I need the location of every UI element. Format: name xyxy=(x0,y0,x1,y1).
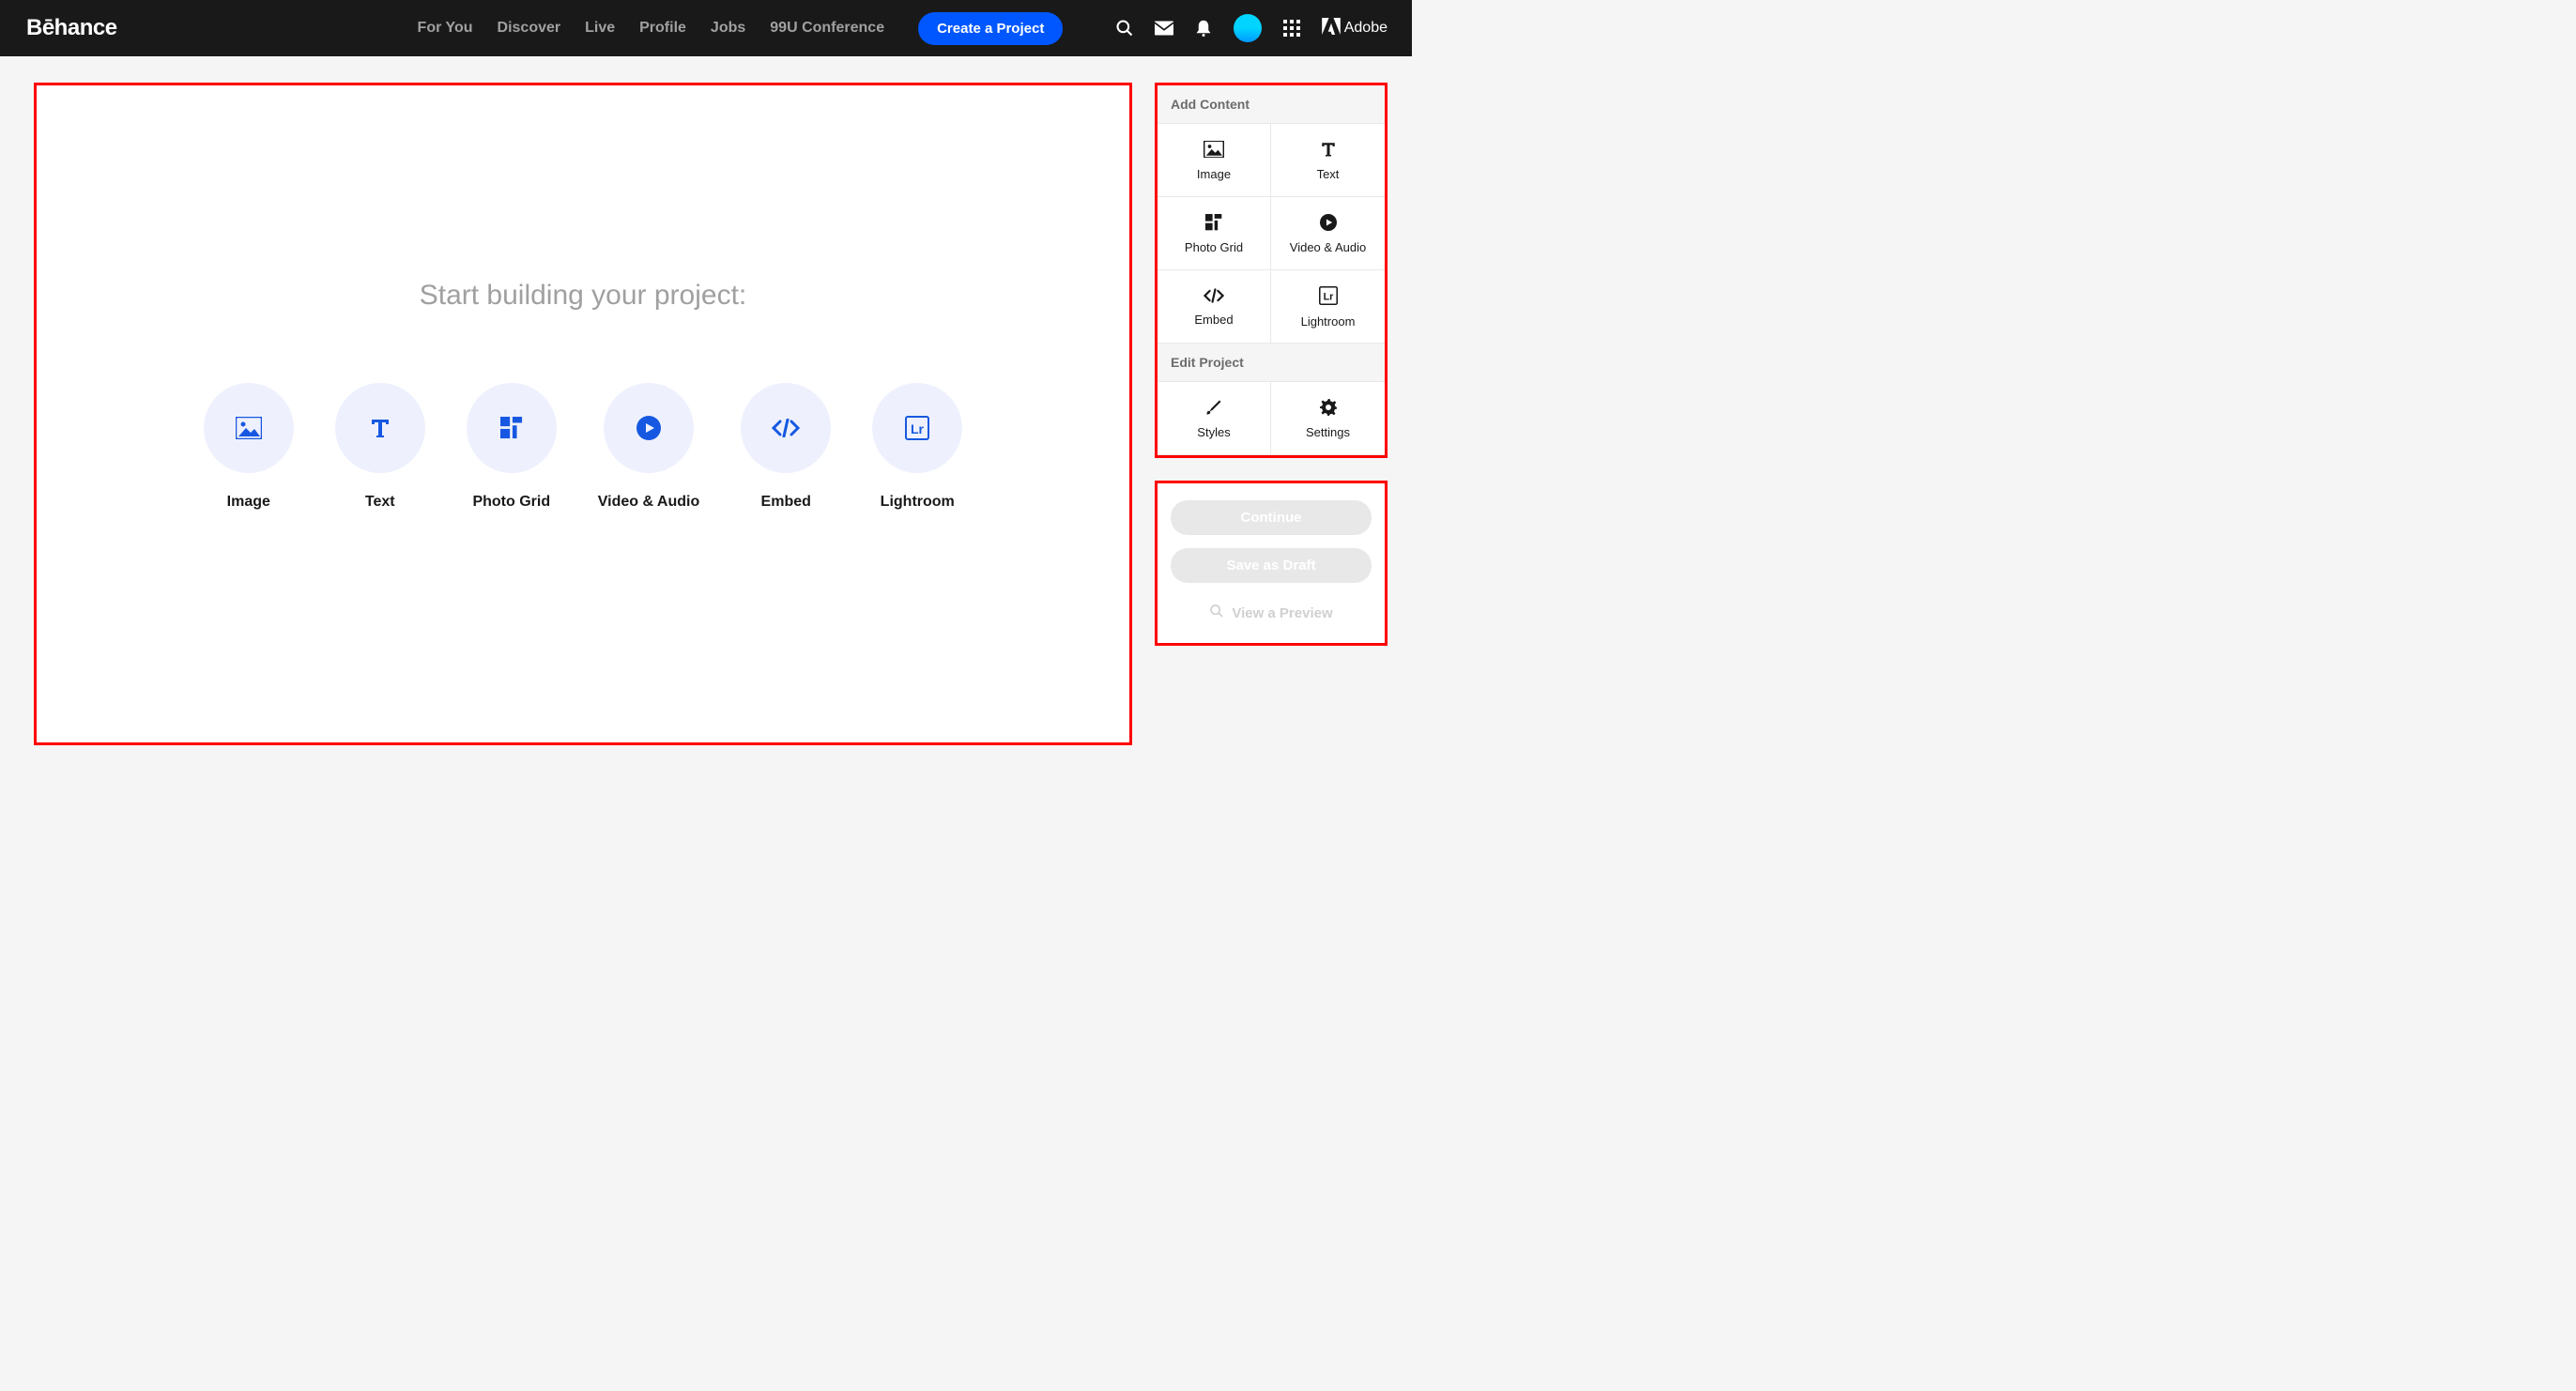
preview-label: View a Preview xyxy=(1232,605,1332,621)
primary-nav: For You Discover Live Profile Jobs 99U C… xyxy=(418,12,1064,45)
canvas-option-photo-grid[interactable]: Photo Grid xyxy=(467,383,557,511)
sidebar-column: Add Content Image Text xyxy=(1155,83,1388,745)
code-icon xyxy=(1204,288,1224,303)
option-label: Embed xyxy=(761,494,811,511)
text-icon xyxy=(1320,141,1337,158)
option-label: Text xyxy=(365,494,395,511)
panel-add-image[interactable]: Image xyxy=(1158,124,1271,197)
canvas-option-lightroom[interactable]: Lr Lightroom xyxy=(872,383,962,511)
canvas-option-embed[interactable]: Embed xyxy=(741,383,831,511)
nav-profile[interactable]: Profile xyxy=(639,20,686,37)
adobe-label: Adobe xyxy=(1344,20,1388,37)
panel-add-video-audio[interactable]: Video & Audio xyxy=(1271,197,1385,270)
play-icon xyxy=(1320,214,1337,231)
view-preview-link[interactable]: View a Preview xyxy=(1209,604,1332,622)
lightroom-icon: Lr xyxy=(1319,286,1338,305)
project-canvas: Start building your project: Image Text … xyxy=(34,83,1132,745)
image-icon xyxy=(204,383,294,473)
adobe-logo-icon xyxy=(1322,18,1341,39)
panel-label: Text xyxy=(1317,167,1340,181)
grid-icon xyxy=(467,383,557,473)
panel-label: Settings xyxy=(1306,425,1350,439)
nav-for-you[interactable]: For You xyxy=(418,20,473,37)
continue-button[interactable]: Continue xyxy=(1171,500,1372,535)
panel-add-embed[interactable]: Embed xyxy=(1158,270,1271,344)
option-label: Video & Audio xyxy=(598,494,699,511)
main-area: Start building your project: Image Text … xyxy=(0,56,1412,764)
edit-project-header: Edit Project xyxy=(1158,344,1385,382)
code-icon xyxy=(741,383,831,473)
option-label: Image xyxy=(227,494,270,511)
behance-logo[interactable]: Bēhance xyxy=(26,15,117,41)
nav-99u[interactable]: 99U Conference xyxy=(770,20,884,37)
canvas-option-video-audio[interactable]: Video & Audio xyxy=(598,383,699,511)
panel-label: Lightroom xyxy=(1301,314,1356,329)
gear-icon xyxy=(1320,399,1337,416)
search-icon[interactable] xyxy=(1115,19,1134,38)
option-label: Lightroom xyxy=(881,494,955,511)
option-label: Photo Grid xyxy=(472,494,550,511)
svg-text:Lr: Lr xyxy=(911,421,925,436)
canvas-options: Image Text Photo Grid Video & Audio xyxy=(204,383,962,511)
panel-label: Styles xyxy=(1197,425,1230,439)
panel-add-text[interactable]: Text xyxy=(1271,124,1385,197)
adobe-link[interactable]: Adobe xyxy=(1322,18,1388,39)
content-panel: Add Content Image Text xyxy=(1155,83,1388,458)
header-tools: Adobe xyxy=(1115,14,1388,42)
nav-live[interactable]: Live xyxy=(585,20,615,37)
canvas-option-image[interactable]: Image xyxy=(204,383,294,511)
panel-add-lightroom[interactable]: Lr Lightroom xyxy=(1271,270,1385,344)
top-nav: Bēhance For You Discover Live Profile Jo… xyxy=(0,0,1412,56)
mail-icon[interactable] xyxy=(1155,19,1173,38)
brush-icon xyxy=(1205,399,1222,416)
panel-label: Embed xyxy=(1194,313,1233,327)
panel-add-photo-grid[interactable]: Photo Grid xyxy=(1158,197,1271,270)
search-icon xyxy=(1209,604,1224,622)
canvas-option-text[interactable]: Text xyxy=(335,383,425,511)
avatar[interactable] xyxy=(1234,14,1262,42)
lightroom-icon: Lr xyxy=(872,383,962,473)
panel-edit-styles[interactable]: Styles xyxy=(1158,382,1271,455)
panel-label: Photo Grid xyxy=(1185,240,1243,254)
add-content-header: Add Content xyxy=(1158,85,1385,124)
grid-icon xyxy=(1205,214,1222,231)
save-draft-button[interactable]: Save as Draft xyxy=(1171,548,1372,583)
canvas-title: Start building your project: xyxy=(420,280,747,312)
svg-text:Lr: Lr xyxy=(1323,292,1334,303)
nav-jobs[interactable]: Jobs xyxy=(711,20,745,37)
text-icon xyxy=(335,383,425,473)
apps-grid-icon[interactable] xyxy=(1282,19,1301,38)
create-project-button[interactable]: Create a Project xyxy=(918,12,1063,45)
actions-panel: Continue Save as Draft View a Preview xyxy=(1155,481,1388,646)
nav-discover[interactable]: Discover xyxy=(498,20,561,37)
bell-icon[interactable] xyxy=(1194,19,1213,38)
play-icon xyxy=(604,383,694,473)
panel-label: Video & Audio xyxy=(1290,240,1366,254)
panel-label: Image xyxy=(1197,167,1231,181)
panel-edit-settings[interactable]: Settings xyxy=(1271,382,1385,455)
image-icon xyxy=(1204,141,1224,158)
